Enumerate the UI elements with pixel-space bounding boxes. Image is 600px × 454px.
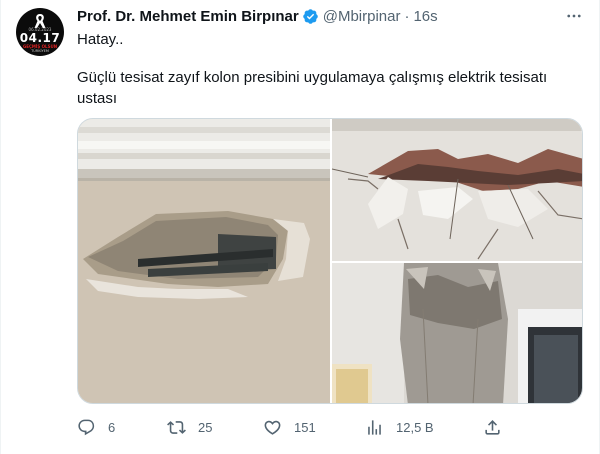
display-name[interactable]: Prof. Dr. Mehmet Emin Birpınar: [77, 8, 299, 25]
share-icon: [485, 419, 500, 435]
share-button[interactable]: [483, 414, 514, 440]
photo-wall-wiring[interactable]: [78, 119, 330, 404]
retweet-button[interactable]: 25: [167, 414, 212, 440]
media-grid: [77, 118, 583, 404]
like-icon: [264, 420, 281, 435]
photo-damaged-column[interactable]: [332, 263, 583, 404]
more-icon[interactable]: [563, 6, 585, 26]
reply-icon: [78, 419, 95, 435]
views-icon: [368, 419, 381, 435]
like-button[interactable]: 151: [263, 414, 316, 440]
like-count: 151: [294, 419, 316, 435]
photo-cracked-ceiling[interactable]: [331, 119, 583, 261]
retweet-count: 25: [198, 419, 213, 435]
avatar[interactable]: 06.02.2023 04.17 GEÇMİŞ OLSUN TÜRKİYEM: [16, 8, 64, 56]
avatar-date: 04.17: [19, 31, 61, 45]
tweet-actions: 6 25 151 12,5 B: [77, 414, 507, 440]
tweet-text-line-1: Hatay..: [77, 31, 124, 48]
verified-badge-icon: [302, 8, 318, 24]
views-count: 12,5 B: [396, 419, 434, 435]
tweet-header: Prof. Dr. Mehmet Emin Birpınar @Mbirpina…: [77, 6, 438, 26]
retweet-icon: [167, 420, 186, 434]
reply-button[interactable]: 6: [77, 414, 115, 440]
reply-count: 6: [108, 419, 116, 435]
tweet-text-line-2: Güçlü tesisat zayıf kolon presibini uygu…: [77, 69, 548, 107]
tweet: 06.02.2023 04.17 GEÇMİŞ OLSUN TÜRKİYEM P…: [0, 0, 600, 454]
tweet-time[interactable]: 16s: [413, 8, 437, 25]
separator-dot: ·: [404, 7, 410, 25]
avatar-caption-bottom: TÜRKİYEM: [31, 49, 49, 53]
views-button[interactable]: 12,5 B: [365, 414, 434, 440]
user-handle[interactable]: @Mbirpinar: [323, 8, 401, 25]
